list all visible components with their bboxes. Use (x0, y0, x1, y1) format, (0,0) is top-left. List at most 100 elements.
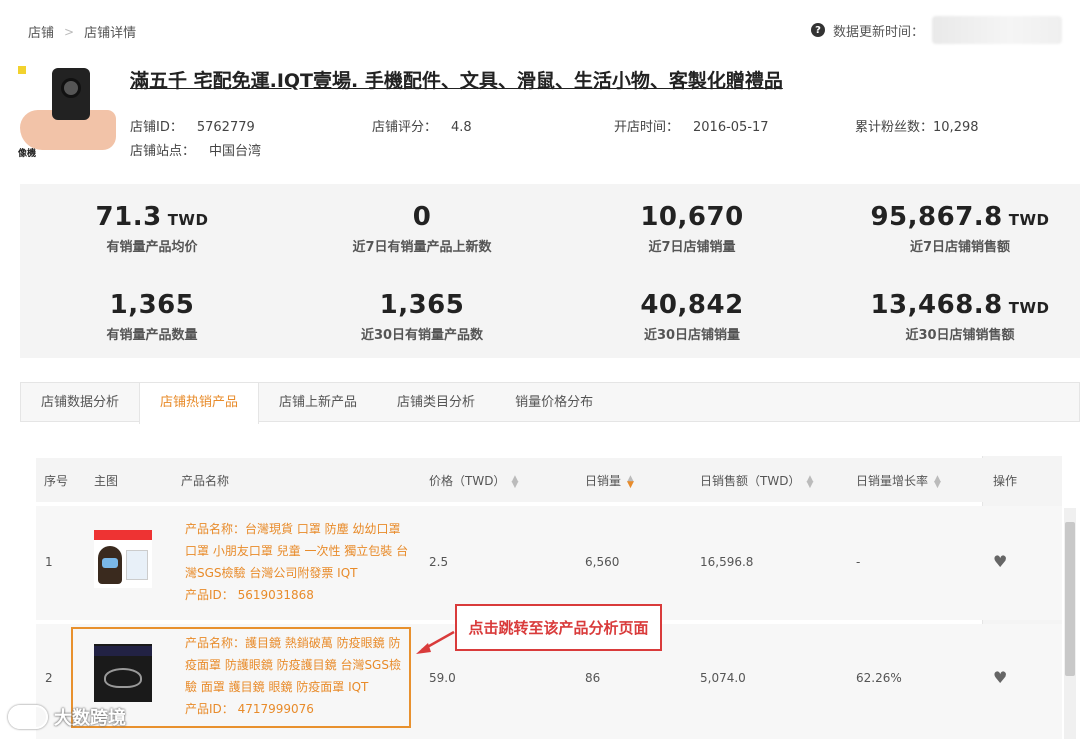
shop-avatar-caption: 像機 (18, 149, 37, 159)
shop-title[interactable]: 滿五千 宅配免運.IQT壹場. 手機配件、文具、滑鼠、生活小物、客製化贈禮品 (130, 66, 783, 93)
stat-value: 0 (412, 202, 432, 232)
breadcrumb-home[interactable]: 店铺 (28, 22, 54, 41)
product-image[interactable] (94, 530, 152, 588)
watermark-text: 大数跨境 (54, 708, 126, 729)
product-name-link[interactable]: 产品名称：台灣現貨 口罩 防塵 幼幼口罩 口罩 小朋友口罩 兒童 一次性 獨立包… (185, 518, 408, 606)
shop-rating-label: 店铺评分： (372, 120, 438, 135)
shop-id-label: 店铺ID： (130, 120, 183, 135)
row-price: 59.0 (429, 671, 456, 685)
row-growth: 62.26% (856, 671, 902, 685)
stat-label: 近7日店铺销售额 (909, 240, 1011, 255)
stat-label: 近30日店铺销售额 (905, 328, 1015, 343)
th-growth[interactable]: 日销量增长率 ▲ ▼ (856, 472, 941, 489)
th-growth-label: 日销量增长率 (856, 474, 929, 488)
stat-7d-new-products: 0 近7日有销量产品上新数 (292, 202, 552, 255)
th-daily-sales[interactable]: 日销量 ▲ ▼ (585, 472, 634, 489)
shop-fans: 累计粉丝数：10,298 (855, 116, 979, 135)
arrow-icon (416, 630, 455, 654)
stat-value: 40,842 (640, 290, 744, 320)
th-action: 操作 (993, 474, 1018, 488)
stat-label: 有销量产品均价 (106, 240, 198, 255)
shop-id: 店铺ID： 5762779 (130, 116, 255, 135)
row-daily-sales: 6,560 (585, 555, 620, 569)
tab-shop-data-analysis[interactable]: 店铺数据分析 (21, 383, 139, 423)
tab-bar: 店铺数据分析 店铺热销产品 店铺上新产品 店铺类目分析 销量价格分布 (20, 382, 1080, 424)
stat-label: 近7日有销量产品上新数 (352, 240, 492, 255)
shop-site: 店铺站点： 中国台湾 (130, 140, 261, 159)
stat-unit: TWD (167, 211, 209, 229)
shop-open-label: 开店时间： (614, 120, 680, 135)
data-update-time: ? 数据更新时间： (810, 16, 1062, 44)
stat-products-with-sales: 1,365 有销量产品数量 (22, 290, 282, 343)
row-index: 1 (45, 555, 53, 569)
sort-icon[interactable]: ▲ ▼ (806, 474, 813, 489)
shop-fans-label: 累计粉丝数： (855, 120, 934, 135)
shop-site-label: 店铺站点： (130, 144, 196, 159)
row-price: 2.5 (429, 555, 449, 569)
tab-category-analysis[interactable]: 店铺类目分析 (377, 383, 495, 423)
heart-icon[interactable]: ♥ (993, 552, 1007, 571)
shop-avatar: 像機 (16, 62, 118, 162)
stat-value: 95,867.8 (870, 202, 1003, 232)
stat-value: 71.3 (95, 202, 162, 232)
shop-id-value: 5762779 (196, 120, 255, 135)
shop-fans-value: 10,298 (933, 120, 979, 135)
tab-price-distribution[interactable]: 销量价格分布 (495, 383, 613, 423)
row-daily-revenue: 5,074.0 (700, 671, 746, 685)
row-daily-sales: 86 (585, 671, 601, 685)
th-price-label: 价格（TWD） (429, 474, 506, 488)
row-index: 2 (45, 671, 53, 685)
heart-icon[interactable]: ♥ (993, 668, 1007, 687)
product-name-line: 产品名称：台灣現貨 口罩 防塵 幼幼口罩 (185, 522, 401, 536)
stats-panel: 71.3 TWD 有销量产品均价 0 近7日有销量产品上新数 10,670 近7日… (20, 184, 1080, 358)
shop-rating: 店铺评分： 4.8 (372, 116, 472, 135)
product-name-line: 灣SGS檢驗 台灣公司附發票 IQT (185, 566, 358, 580)
breadcrumb-current: 店铺详情 (84, 26, 137, 41)
product-id: 产品ID： 5619031868 (185, 588, 314, 602)
stat-value: 1,365 (109, 290, 195, 320)
stat-unit: TWD (1008, 211, 1050, 229)
table-row[interactable]: 1 产品名称：台灣現貨 口罩 防塵 幼幼口罩 口罩 小朋友口罩 兒童 一次性 獨… (36, 506, 1062, 620)
shop-open-value: 2016-05-17 (693, 120, 769, 135)
row-daily-revenue: 16,596.8 (700, 555, 754, 569)
tab-new-products[interactable]: 店铺上新产品 (259, 383, 377, 423)
update-time-value-redacted (932, 16, 1062, 44)
stat-value: 13,468.8 (870, 290, 1003, 320)
stat-label: 近30日有销量产品数 (360, 328, 484, 343)
stat-label: 近30日店铺销量 (643, 328, 741, 343)
watermark-logo-icon (8, 705, 48, 729)
shop-open-date: 开店时间： 2016-05-17 (614, 116, 769, 135)
stat-unit: TWD (1008, 299, 1050, 317)
row-growth: - (856, 555, 861, 569)
shop-site-value: 中国台湾 (209, 144, 262, 159)
stat-avg-price: 71.3 TWD 有销量产品均价 (22, 202, 282, 255)
stat-label: 有销量产品数量 (106, 328, 198, 343)
sort-icon[interactable]: ▲ ▼ (934, 474, 941, 489)
product-name-line: 口罩 小朋友口罩 兒童 一次性 獨立包裝 台 (185, 544, 409, 558)
stat-30d-revenue: 13,468.8 TWD 近30日店铺销售额 (830, 290, 1080, 343)
th-index: 序号 (44, 474, 69, 488)
watermark: 大数跨境 (8, 704, 126, 730)
breadcrumb: 店铺 > 店铺详情 (28, 22, 137, 42)
sort-icon[interactable]: ▲ ▼ (627, 474, 634, 489)
callout-annotation: 点击跳转至该产品分析页面 (455, 604, 662, 651)
tab-hot-products[interactable]: 店铺热销产品 (139, 383, 260, 424)
th-image: 主图 (94, 474, 119, 488)
stat-value: 10,670 (640, 202, 744, 232)
table-header: 序号 主图 产品名称 价格（TWD） ▲ ▼ 日销量 ▲ ▼ 日销售额（TWD） ▲ ▼ 日… (36, 458, 1062, 502)
update-time-label: 数据更新时间： (832, 24, 924, 40)
th-price[interactable]: 价格（TWD） ▲ ▼ (429, 472, 518, 489)
stat-7d-revenue: 95,867.8 TWD 近7日店铺销售额 (830, 202, 1080, 255)
th-daily-revenue-label: 日销售额（TWD） (700, 474, 801, 488)
stat-30d-sales: 40,842 近30日店铺销量 (562, 290, 822, 343)
stat-label: 近7日店铺销量 (648, 240, 736, 255)
th-daily-revenue[interactable]: 日销售额（TWD） ▲ ▼ (700, 472, 813, 489)
question-circle-icon[interactable]: ? (810, 23, 825, 37)
stat-value: 1,365 (379, 290, 465, 320)
shop-rating-value: 4.8 (451, 120, 472, 135)
sort-icon[interactable]: ▲ ▼ (511, 474, 518, 489)
stat-7d-sales: 10,670 近7日店铺销量 (562, 202, 822, 255)
breadcrumb-separator: > (64, 24, 75, 39)
scrollbar-thumb[interactable] (1065, 522, 1075, 676)
th-name: 产品名称 (181, 474, 230, 488)
